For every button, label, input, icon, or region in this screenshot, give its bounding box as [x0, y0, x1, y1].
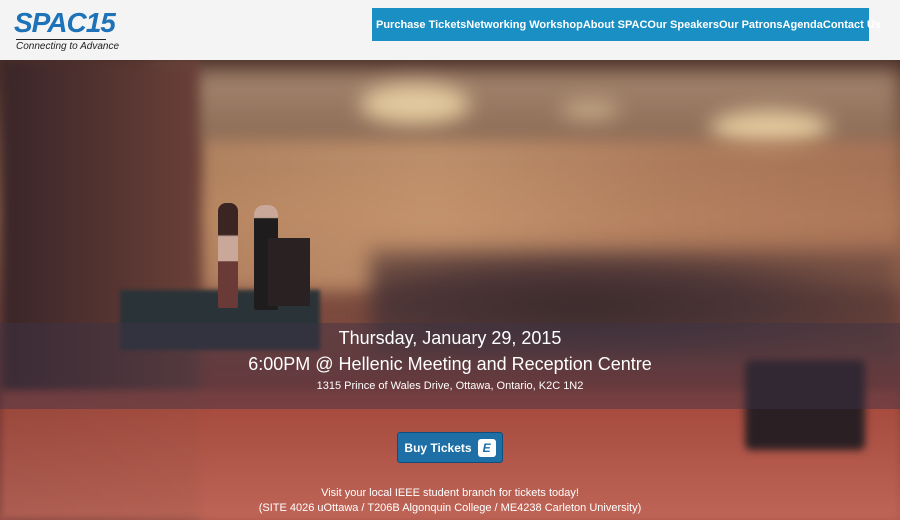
- site-header: SPAC15 Connecting to Advance Purchase Ti…: [0, 0, 900, 60]
- ticket-locations-text: (SITE 4026 uOttawa / T206B Algonquin Col…: [258, 502, 642, 514]
- nav-about-spac[interactable]: About SPAC: [583, 19, 648, 31]
- ceiling-light: [360, 84, 470, 124]
- buy-tickets-button[interactable]: Buy Tickets E: [397, 432, 503, 463]
- nav-purchase-tickets[interactable]: Purchase Tickets: [376, 19, 466, 31]
- buy-tickets-label: Buy Tickets: [404, 440, 472, 455]
- event-address: 1315 Prince of Wales Drive, Ottawa, Onta…: [316, 380, 584, 392]
- nav-our-patrons[interactable]: Our Patrons: [719, 19, 783, 31]
- nav-contact-us[interactable]: Contact Us: [823, 19, 881, 31]
- nav-agenda[interactable]: Agenda: [783, 19, 823, 31]
- hero-speaker-woman: [218, 203, 238, 308]
- hero-banner: Thursday, January 29, 2015 6:00PM @ Hell…: [0, 60, 900, 520]
- visit-branch-text: Visit your local IEEE student branch for…: [321, 487, 579, 499]
- hero-podium: [268, 238, 310, 306]
- event-date: Thursday, January 29, 2015: [338, 328, 562, 348]
- logo-divider: [16, 39, 106, 40]
- ceiling-light: [560, 100, 620, 120]
- event-time-venue: 6:00PM @ Hellenic Meeting and Reception …: [248, 354, 652, 374]
- nav-our-speakers[interactable]: Our Speakers: [647, 19, 719, 31]
- main-nav: Purchase Tickets Networking Workshop Abo…: [372, 8, 881, 41]
- nav-networking-workshop[interactable]: Networking Workshop: [466, 19, 583, 31]
- spac15-logo[interactable]: SPAC15 Connecting to Advance: [14, 7, 119, 54]
- logo-wordmark: SPAC15: [14, 7, 116, 38]
- logo-tagline: Connecting to Advance: [16, 41, 120, 52]
- eventbrite-icon: E: [477, 438, 496, 457]
